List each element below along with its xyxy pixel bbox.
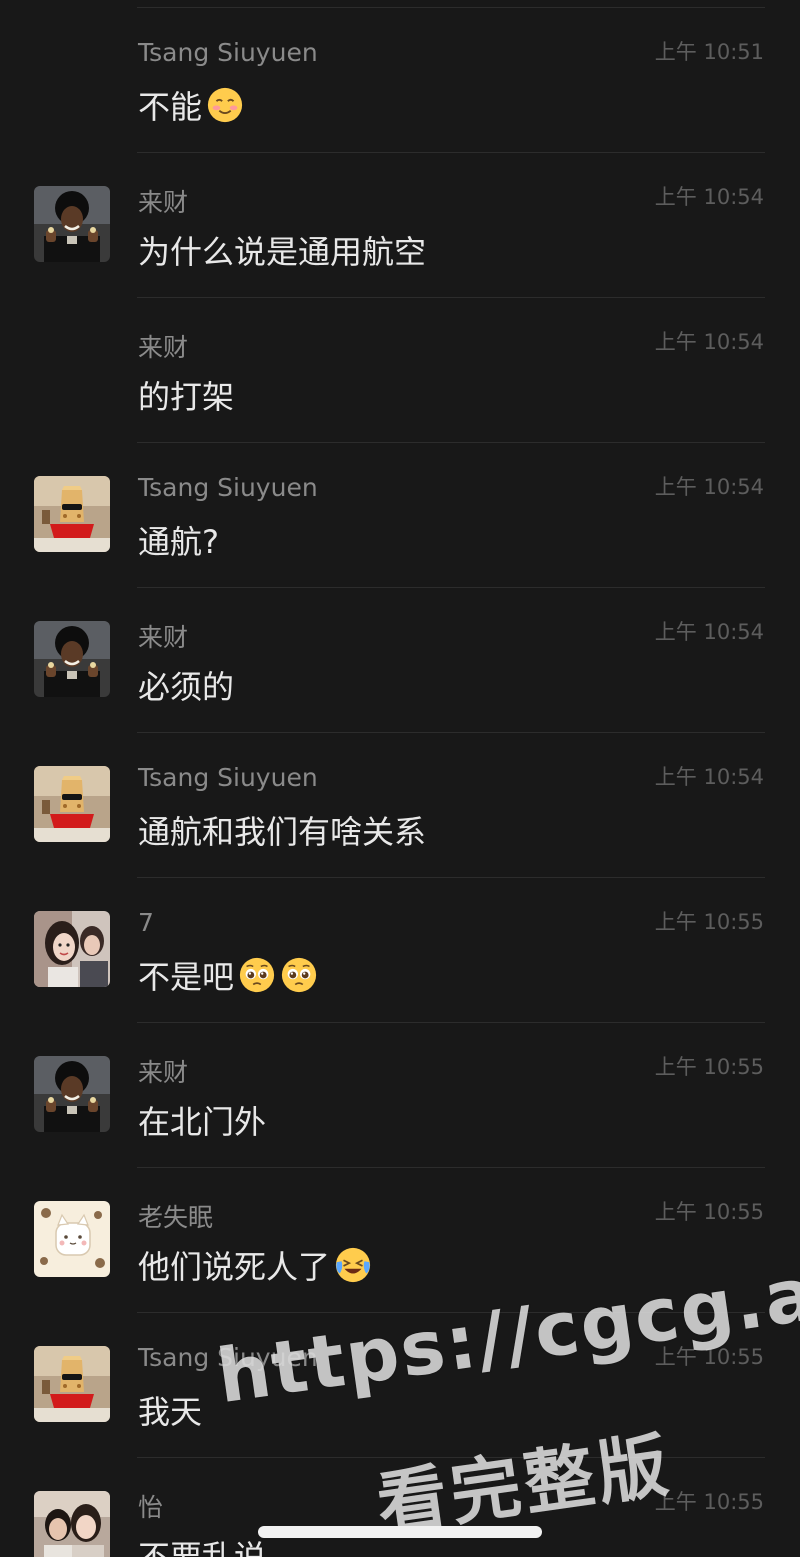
message-text-row: 必须的 bbox=[138, 662, 234, 708]
avatar-laoshimian[interactable] bbox=[34, 1201, 110, 1277]
message-item[interactable]: 来财 上午 10:54 为什么说是通用航空 bbox=[0, 153, 800, 298]
sender-name: 来财 bbox=[138, 188, 189, 217]
avatar-laicai[interactable] bbox=[34, 186, 110, 262]
message-time: 上午 10:55 bbox=[654, 910, 764, 934]
message-text-row: 不是吧 bbox=[138, 952, 318, 998]
message-time: 上午 10:51 bbox=[654, 40, 764, 64]
message-item[interactable]: 来财 上午 10:55 在北门外 bbox=[0, 1023, 800, 1168]
avatar-seven[interactable] bbox=[34, 911, 110, 987]
sender-name: 来财 bbox=[138, 1058, 189, 1087]
message-text: 他们说死人了 bbox=[138, 1248, 331, 1286]
sender-name: 7 bbox=[138, 908, 154, 937]
chat-screen: Tsang Siuyuen 上午 10:51 不能 来财 上午 10:54 为什… bbox=[0, 0, 800, 1557]
avatar-tsang[interactable] bbox=[34, 1346, 110, 1422]
avatar-tsang[interactable] bbox=[34, 766, 110, 842]
home-indicator[interactable] bbox=[258, 1526, 542, 1538]
message-time: 上午 10:54 bbox=[654, 475, 764, 499]
message-time: 上午 10:54 bbox=[654, 765, 764, 789]
message-text-row: 他们说死人了 bbox=[138, 1242, 372, 1288]
message-text-row: 通航? bbox=[138, 517, 219, 563]
message-text: 通航和我们有啥关系 bbox=[138, 813, 427, 851]
message-item[interactable]: 7 上午 10:55 不是吧 bbox=[0, 878, 800, 1023]
message-item[interactable]: Tsang Siuyuen 上午 10:51 不能 bbox=[0, 8, 800, 153]
sender-name: Tsang Siuyuen bbox=[138, 473, 318, 502]
message-time: 上午 10:55 bbox=[654, 1055, 764, 1079]
sender-name: Tsang Siuyuen bbox=[138, 38, 318, 67]
message-time: 上午 10:54 bbox=[654, 185, 764, 209]
message-item[interactable]: Tsang Siuyuen 上午 10:54 通航和我们有啥关系 bbox=[0, 733, 800, 878]
sender-name: 怡 bbox=[138, 1493, 164, 1522]
message-text: 不是吧 bbox=[138, 958, 235, 996]
avatar-laicai[interactable] bbox=[34, 621, 110, 697]
message-text-row: 我天 bbox=[138, 1387, 202, 1433]
avatar-tsang[interactable] bbox=[34, 476, 110, 552]
message-time: 上午 10:54 bbox=[654, 330, 764, 354]
avatar-laicai[interactable] bbox=[34, 1056, 110, 1132]
message-text-row: 不能 bbox=[138, 82, 244, 128]
message-text: 为什么说是通用航空 bbox=[138, 233, 427, 271]
sender-name: Tsang Siuyuen bbox=[138, 763, 318, 792]
avatar-yi[interactable] bbox=[34, 1491, 110, 1557]
message-text: 我天 bbox=[138, 1393, 203, 1431]
pleading-emoji-icon bbox=[280, 956, 318, 994]
message-time: 上午 10:55 bbox=[654, 1200, 764, 1224]
blush-emoji-icon bbox=[206, 86, 244, 124]
message-time: 上午 10:54 bbox=[654, 620, 764, 644]
message-item[interactable]: Tsang Siuyuen 上午 10:54 通航? bbox=[0, 443, 800, 588]
message-text: 不要乱说 bbox=[138, 1538, 267, 1557]
message-text-row: 在北门外 bbox=[138, 1097, 266, 1143]
message-text-row: 的打架 bbox=[138, 372, 234, 418]
sender-name: 来财 bbox=[138, 333, 189, 362]
message-text-row: 为什么说是通用航空 bbox=[138, 227, 426, 273]
laugh-cry-emoji-icon bbox=[334, 1246, 372, 1284]
pleading-emoji-icon bbox=[238, 956, 276, 994]
message-text: 不能 bbox=[138, 88, 203, 126]
message-item[interactable]: 来财 上午 10:54 必须的 bbox=[0, 588, 800, 733]
message-text-row: 不要乱说 bbox=[138, 1532, 266, 1557]
sender-name: 来财 bbox=[138, 623, 189, 652]
message-text: 在北门外 bbox=[138, 1103, 267, 1141]
message-text-row: 通航和我们有啥关系 bbox=[138, 807, 426, 853]
message-item[interactable]: 来财 上午 10:54 的打架 bbox=[0, 298, 800, 443]
message-text: 必须的 bbox=[138, 668, 235, 706]
message-text: 通航? bbox=[138, 523, 219, 561]
message-text: 的打架 bbox=[138, 378, 235, 416]
sender-name: 老失眠 bbox=[138, 1203, 214, 1232]
